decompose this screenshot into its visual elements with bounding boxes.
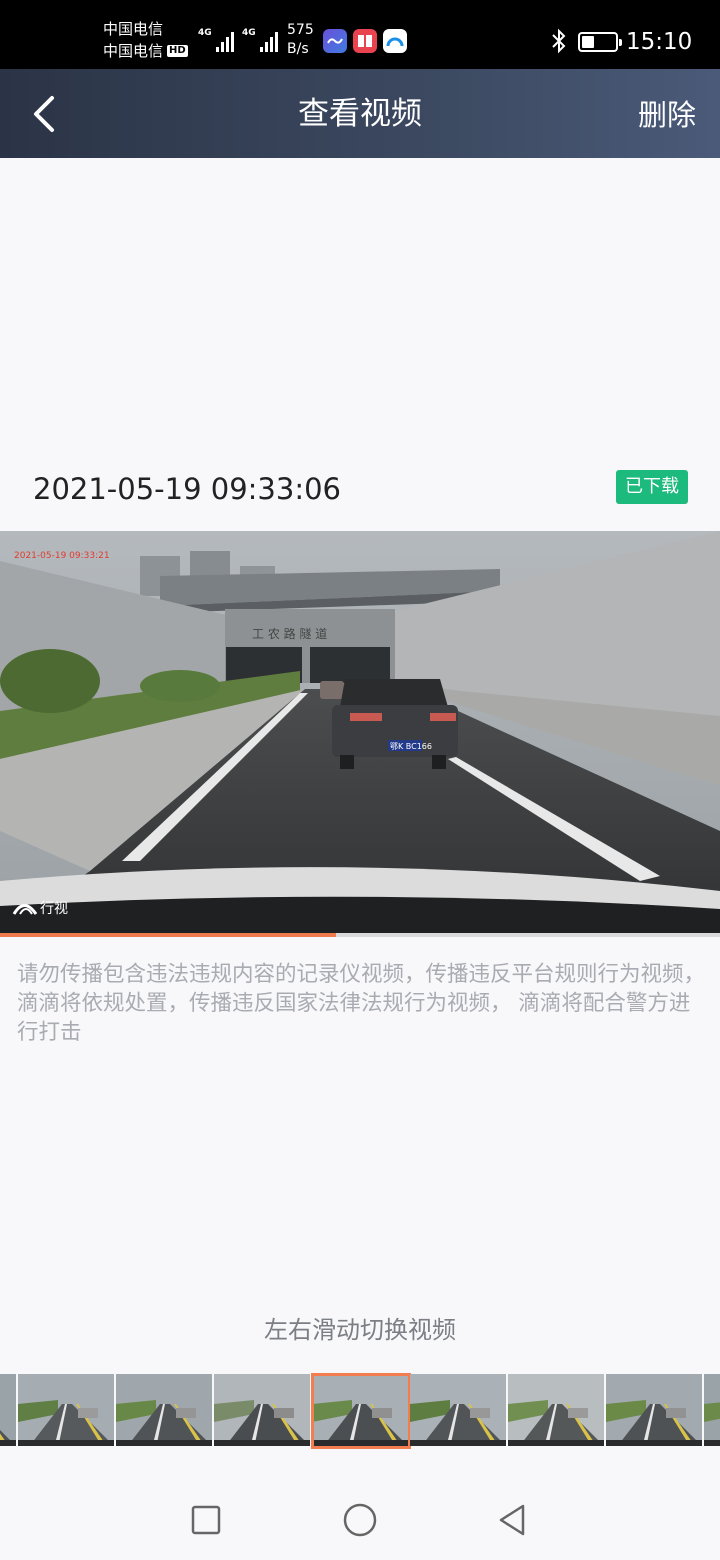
- tunnel-sign: 工 农 路 隧 道: [252, 626, 327, 641]
- video-datetime: 2021-05-19 09:33:06: [33, 472, 341, 506]
- home-button[interactable]: [340, 1500, 380, 1540]
- watermark-text: 行视: [40, 901, 68, 917]
- navigation-bar: [0, 1470, 720, 1560]
- circle-icon: [343, 1503, 377, 1537]
- video-progress-bar[interactable]: [0, 933, 720, 937]
- triangle-back-icon: [499, 1504, 525, 1536]
- carrier-1-label: 中国电信: [103, 20, 164, 38]
- carrier-info: 中国电信 中国电信 HD: [103, 18, 188, 62]
- signal-1-icon: 4G: [198, 28, 234, 52]
- network-2-label: 4G: [242, 28, 256, 38]
- notification-app-icon-3: [383, 29, 407, 53]
- network-speed-unit: B/s: [287, 41, 309, 57]
- page-title: 查看视频: [298, 96, 422, 132]
- battery-level-fill: [582, 36, 595, 48]
- network-speed: 575 B/s: [287, 21, 314, 59]
- recent-apps-button[interactable]: [186, 1500, 226, 1540]
- downloaded-badge: 已下载: [616, 470, 688, 504]
- video-frame-image: 工 农 路 隧 道 鄂K BC166 2021-05-19 09:33:21 行…: [0, 531, 720, 933]
- hd-badge: HD: [167, 45, 188, 57]
- video-thumbnail[interactable]: [214, 1374, 310, 1446]
- notification-app-icon-2: [353, 29, 377, 53]
- swipe-hint: 左右滑动切换视频: [264, 1316, 456, 1344]
- video-thumbnail[interactable]: [704, 1374, 720, 1446]
- video-timestamp-overlay: 2021-05-19 09:33:21: [14, 551, 110, 561]
- video-thumbnail[interactable]: [116, 1374, 212, 1446]
- network-speed-value: 575: [287, 22, 314, 38]
- video-progress-fill: [0, 933, 336, 937]
- screen: 中国电信 中国电信 HD 4G 4G 575 B/s 15:10 查看视频 删除…: [0, 0, 720, 1560]
- signal-2-icon: 4G: [242, 28, 278, 52]
- video-thumbnail[interactable]: [606, 1374, 702, 1446]
- status-bar: 中国电信 中国电信 HD 4G 4G 575 B/s 15:10: [0, 0, 720, 69]
- video-thumbnail[interactable]: [410, 1374, 506, 1446]
- license-plate: 鄂K BC166: [390, 742, 432, 751]
- carrier-2-label: 中国电信: [103, 42, 164, 60]
- video-thumbnail[interactable]: [508, 1374, 604, 1446]
- video-thumbnail-selected[interactable]: [311, 1373, 411, 1449]
- title-bar: 查看视频 删除: [0, 69, 720, 158]
- network-1-label: 4G: [198, 28, 212, 38]
- notification-app-icon-1: [323, 29, 347, 53]
- square-icon: [191, 1505, 221, 1535]
- bluetooth-icon: [552, 28, 566, 54]
- video-thumbnail[interactable]: [0, 1374, 16, 1446]
- system-back-button[interactable]: [492, 1500, 532, 1540]
- clock: 15:10: [626, 29, 693, 55]
- video-thumbnail-strip[interactable]: [0, 1373, 720, 1449]
- warning-notice: 请勿传播包含违法违规内容的记录仪视频，传播违反平台规则行为视频，滴滴将依规处置，…: [17, 962, 706, 1045]
- video-thumbnail[interactable]: [18, 1374, 114, 1446]
- battery-icon: [578, 32, 622, 52]
- delete-button[interactable]: 删除: [638, 95, 696, 135]
- video-player[interactable]: 工 农 路 隧 道 鄂K BC166 2021-05-19 09:33:21 行…: [0, 531, 720, 933]
